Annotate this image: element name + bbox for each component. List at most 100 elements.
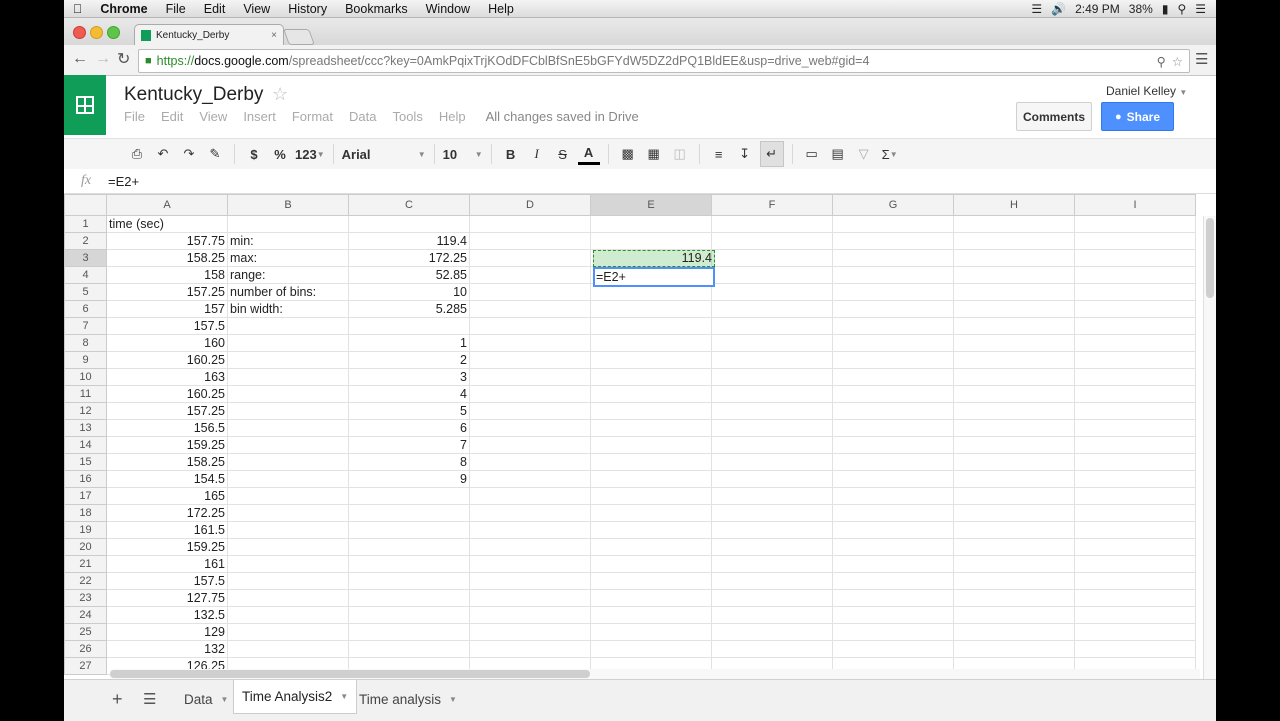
cell-empty[interactable] — [953, 368, 1075, 386]
cell-b[interactable] — [227, 317, 349, 335]
cell-empty[interactable] — [469, 623, 591, 641]
cell-empty[interactable] — [832, 232, 954, 250]
cell-a[interactable]: time (sec) — [106, 215, 228, 233]
cell-empty[interactable] — [1074, 504, 1196, 522]
cell-empty[interactable] — [590, 623, 712, 641]
cell-empty[interactable] — [711, 606, 833, 624]
cell-empty[interactable] — [832, 538, 954, 556]
cell-c[interactable] — [348, 572, 470, 590]
cell-empty[interactable] — [1074, 232, 1196, 250]
cell-empty[interactable] — [1074, 538, 1196, 556]
cell-empty[interactable] — [953, 555, 1075, 573]
volume-icon[interactable]: 🔊 — [1051, 2, 1066, 16]
cell-a[interactable]: 159.25 — [106, 436, 228, 454]
row-header[interactable]: 1 — [64, 215, 107, 233]
cell-c[interactable] — [348, 538, 470, 556]
cell-empty[interactable] — [953, 504, 1075, 522]
cell-empty[interactable] — [1074, 283, 1196, 301]
account-menu[interactable]: Daniel Kelley ▼ — [1106, 84, 1187, 98]
row-header[interactable]: 10 — [64, 368, 107, 386]
cell-empty[interactable] — [590, 402, 712, 420]
cell-empty[interactable] — [711, 402, 833, 420]
cell-empty[interactable] — [711, 385, 833, 403]
sheet-tab-time-analysis[interactable]: Time analysis ▼ — [351, 685, 465, 713]
cell-empty[interactable] — [711, 521, 833, 539]
cell-empty[interactable] — [711, 266, 833, 284]
cell-empty[interactable] — [711, 453, 833, 471]
cell-empty[interactable] — [832, 334, 954, 352]
cell-empty[interactable] — [832, 317, 954, 335]
insert-comment-icon[interactable]: ▭ — [801, 142, 823, 166]
cell-c[interactable] — [348, 640, 470, 658]
row-header[interactable]: 19 — [64, 521, 107, 539]
paint-format-icon[interactable]: ✎ — [204, 142, 226, 166]
row-header[interactable]: 27 — [64, 657, 107, 675]
print-icon[interactable]: ⎙ — [126, 142, 148, 166]
cell-b[interactable] — [227, 453, 349, 471]
borders-icon[interactable]: ▦ — [643, 142, 665, 166]
cell-a[interactable]: 161.5 — [106, 521, 228, 539]
cell-empty[interactable] — [832, 385, 954, 403]
cell-empty[interactable] — [953, 300, 1075, 318]
row-header[interactable]: 3 — [64, 249, 107, 267]
cell-empty[interactable] — [711, 504, 833, 522]
cell-b[interactable] — [227, 368, 349, 386]
chrome-menu-icon[interactable]: ☰ — [1195, 50, 1208, 68]
cell-empty[interactable] — [953, 419, 1075, 437]
cell-empty[interactable] — [832, 402, 954, 420]
cell-empty[interactable] — [953, 249, 1075, 267]
row-header[interactable]: 14 — [64, 436, 107, 454]
strikethrough-button[interactable]: S — [552, 142, 574, 166]
row-header[interactable]: 17 — [64, 487, 107, 505]
cell-empty[interactable] — [832, 283, 954, 301]
cell-empty[interactable] — [590, 504, 712, 522]
cell-empty[interactable] — [1074, 317, 1196, 335]
cell-empty[interactable] — [953, 402, 1075, 420]
functions-button[interactable]: Σ ▼ — [879, 142, 901, 166]
cell-empty[interactable] — [1074, 623, 1196, 641]
row-header[interactable]: 18 — [64, 504, 107, 522]
menubar-file[interactable]: File — [157, 2, 195, 16]
cell-empty[interactable] — [953, 572, 1075, 590]
cell-b[interactable] — [227, 402, 349, 420]
cell-c[interactable] — [348, 521, 470, 539]
cell-empty[interactable] — [832, 606, 954, 624]
cell-empty[interactable] — [832, 266, 954, 284]
cell-c[interactable]: 4 — [348, 385, 470, 403]
sheet-list-icon[interactable]: ☰ — [143, 690, 156, 708]
zoom-window-button[interactable] — [107, 26, 120, 39]
menu-insert[interactable]: Insert — [243, 109, 276, 124]
formula-input[interactable]: =E2+ — [108, 174, 139, 189]
cell-empty[interactable] — [953, 436, 1075, 454]
cell-empty[interactable] — [711, 436, 833, 454]
redo-icon[interactable]: ↷ — [178, 142, 200, 166]
bookmark-star-icon[interactable]: ☆ — [1172, 54, 1183, 69]
browser-tab[interactable]: Kentucky_Derby × — [134, 24, 284, 45]
row-header[interactable]: 6 — [64, 300, 107, 318]
zoom-icon[interactable]: ⚲ — [1157, 54, 1166, 69]
add-sheet-icon[interactable]: + — [112, 689, 123, 710]
cell-empty[interactable] — [590, 215, 712, 233]
cell-a[interactable]: 160.25 — [106, 385, 228, 403]
cell-empty[interactable] — [832, 215, 954, 233]
cell-empty[interactable] — [711, 368, 833, 386]
cell-a[interactable]: 160.25 — [106, 351, 228, 369]
cell-empty[interactable] — [711, 215, 833, 233]
vertical-scroll-thumb[interactable] — [1206, 218, 1214, 298]
cell-c[interactable]: 5.285 — [348, 300, 470, 318]
sheet-tab-time-analysis2[interactable]: Time Analysis2 ▼ — [233, 680, 358, 714]
cell-empty[interactable] — [469, 283, 591, 301]
cell-empty[interactable] — [832, 623, 954, 641]
cell-empty[interactable] — [953, 640, 1075, 658]
cell-empty[interactable] — [711, 640, 833, 658]
cell-c[interactable] — [348, 215, 470, 233]
row-header[interactable]: 11 — [64, 385, 107, 403]
cell-empty[interactable] — [590, 521, 712, 539]
cell-empty[interactable] — [469, 521, 591, 539]
cell-empty[interactable] — [1074, 453, 1196, 471]
select-all-corner[interactable] — [64, 194, 107, 216]
column-header[interactable]: H — [953, 194, 1075, 216]
cell-empty[interactable] — [469, 487, 591, 505]
cell-c[interactable] — [348, 623, 470, 641]
cell-empty[interactable] — [1074, 385, 1196, 403]
